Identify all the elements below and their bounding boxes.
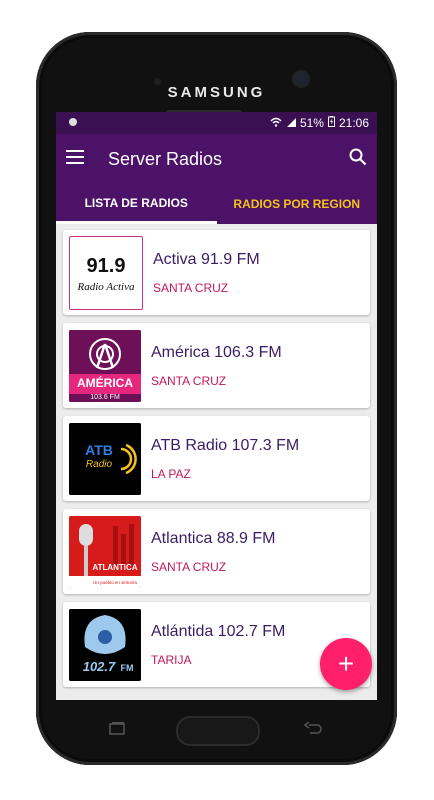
search-icon[interactable]: [349, 148, 367, 171]
app-bar: Server Radios: [56, 134, 377, 184]
list-item[interactable]: AMÉRICA 103.6 FM América 106.3 FM SANTA …: [63, 323, 370, 408]
svg-text:91.9: 91.9: [87, 255, 126, 277]
svg-text:102.7: 102.7: [83, 659, 116, 674]
tab-lista-de-radios[interactable]: LISTA DE RADIOS: [56, 184, 217, 224]
wifi-icon: [270, 116, 282, 130]
app-notification-icon: [68, 116, 78, 130]
activa-logo: 91.9 Radio Activa: [69, 235, 143, 310]
tab-bar: LISTA DE RADIOS RADIOS POR REGION: [56, 184, 377, 224]
battery-charging-icon: [327, 116, 335, 130]
atlantica-logo: ATLANTICA Un pueblo en sintonía: [69, 515, 141, 588]
radio-city: SANTA CRUZ: [151, 373, 227, 388]
svg-text:ATB: ATB: [85, 442, 113, 458]
status-time: 21:06: [338, 116, 369, 130]
radio-name: ATB Radio 107.3 FM: [151, 436, 300, 454]
radio-city: LA PAZ: [151, 466, 191, 481]
list-item[interactable]: ATB Radio ATB Radio 107.3 FM LA PAZ: [63, 416, 370, 501]
radio-city: TARIJA: [151, 652, 192, 667]
radio-name: Atlantica 88.9 FM: [151, 529, 276, 547]
atb-logo: ATB Radio: [69, 422, 141, 495]
recent-apps-icon[interactable]: [108, 722, 126, 739]
radio-city: SANTA CRUZ: [151, 559, 227, 574]
status-bar: 51% 21:06: [56, 112, 377, 134]
atlantida-logo: 102.7 FM: [69, 608, 141, 681]
add-radio-button[interactable]: +: [320, 638, 372, 690]
radio-name: Activa 91.9 FM: [153, 250, 260, 268]
list-item[interactable]: 91.9 Radio Activa Activa 91.9 FM SANTA C…: [63, 230, 370, 315]
app-screen: 51% 21:06 Server Radios LISTA DE RADIOS …: [56, 112, 377, 700]
brand-label: SAMSUNG: [167, 84, 266, 101]
phone-frame: SAMSUNG 51% 21:06 Server Radios LISTA DE…: [36, 32, 397, 765]
back-icon[interactable]: [303, 721, 322, 739]
svg-text:Radio: Radio: [86, 459, 113, 470]
hamburger-icon[interactable]: [66, 149, 84, 169]
radio-city: SANTA CRUZ: [153, 280, 229, 295]
home-button[interactable]: [176, 716, 260, 746]
battery-percent: 51%: [299, 116, 324, 130]
signal-icon: [286, 116, 296, 130]
list-item[interactable]: ATLANTICA Un pueblo en sintonía Atlantic…: [63, 509, 370, 594]
svg-text:AMÉRICA: AMÉRICA: [77, 375, 133, 390]
front-camera: [294, 72, 308, 86]
radio-name: América 106.3 FM: [151, 343, 282, 361]
svg-text:Radio Activa: Radio Activa: [77, 281, 135, 293]
tab-radios-por-region[interactable]: RADIOS POR REGION: [217, 184, 378, 224]
page-title: Server Radios: [108, 148, 223, 169]
radio-list: 91.9 Radio Activa Activa 91.9 FM SANTA C…: [56, 224, 377, 687]
radio-name: Atlántida 102.7 FM: [151, 622, 286, 640]
america-logo: AMÉRICA 103.6 FM: [69, 329, 141, 402]
svg-text:103.6 FM: 103.6 FM: [90, 394, 120, 401]
svg-text:ATLANTICA: ATLANTICA: [92, 563, 137, 572]
svg-text:FM: FM: [121, 663, 134, 673]
svg-text:Un pueblo en sintonía: Un pueblo en sintonía: [93, 580, 137, 585]
